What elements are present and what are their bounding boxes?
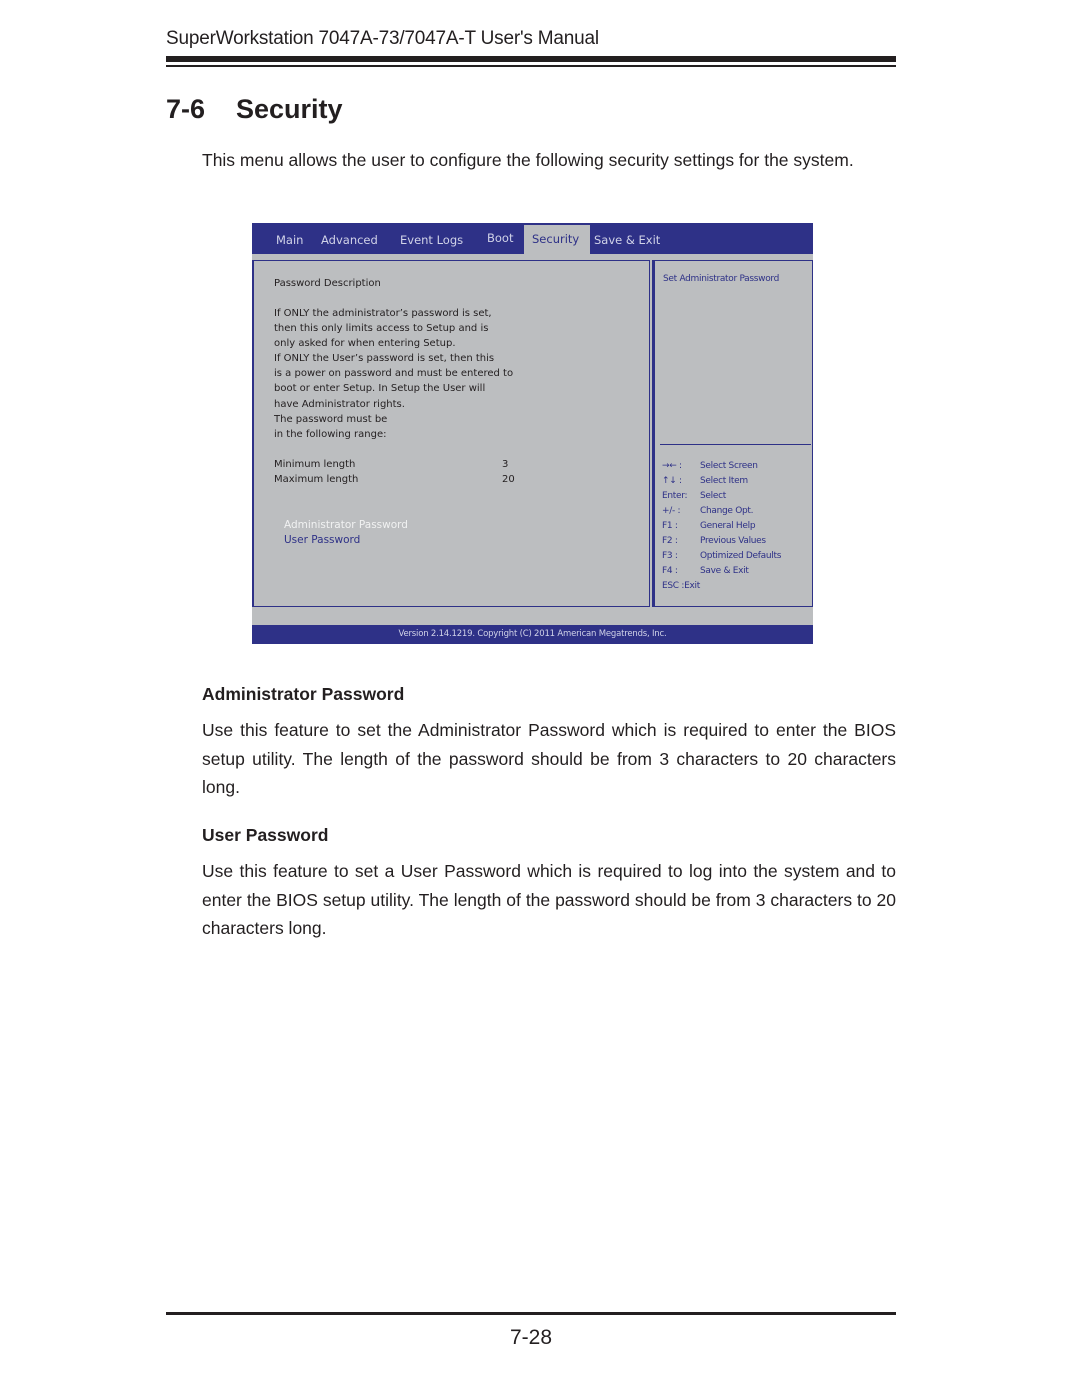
key-legend-row: F1 : General Help <box>662 521 756 531</box>
admin-password-paragraph: Use this feature to set the Administrato… <box>202 720 896 797</box>
user-password-heading: User Password <box>202 825 329 845</box>
header-rule-thin <box>166 65 896 67</box>
key-legend-row: ESC :Exit <box>662 581 700 591</box>
section-number: 7-6 <box>166 94 206 124</box>
administrator-password-item[interactable]: Administrator Password <box>284 519 408 531</box>
arrow-left-right-icon: →← : <box>662 461 682 471</box>
key-legend-row: →← : Select Screen <box>662 461 758 471</box>
bios-main-panel: Password Description If ONLY the adminis… <box>252 260 650 607</box>
maximum-length-value: 20 <box>502 474 515 485</box>
tab-main[interactable]: Main <box>276 233 303 247</box>
footer-rule <box>166 1312 896 1315</box>
help-text: Set Administrator Password <box>663 274 780 284</box>
key-legend-row: F4 : Save & Exit <box>662 566 749 576</box>
password-description-heading: Password Description <box>274 278 381 289</box>
arrow-up-down-icon: ↑↓ : <box>662 476 682 486</box>
tab-advanced[interactable]: Advanced <box>321 233 378 247</box>
bios-screenshot: Main Advanced Event Logs Boot Security S… <box>252 223 813 644</box>
key-legend-row: F2 : Previous Values <box>662 536 766 546</box>
description-line: If ONLY the administrator’s password is … <box>274 308 492 319</box>
tab-event-logs[interactable]: Event Logs <box>400 233 463 247</box>
user-password-paragraph: Use this feature to set a User Password … <box>202 861 896 938</box>
tab-save-exit[interactable]: Save & Exit <box>594 233 660 247</box>
section-title-text: Security <box>236 94 343 124</box>
intro-paragraph: This menu allows the user to configure t… <box>202 150 854 170</box>
maximum-length-label: Maximum length <box>274 474 359 485</box>
description-line: then this only limits access to Setup an… <box>274 323 489 334</box>
description-line: in the following range: <box>274 429 387 440</box>
admin-password-heading: Administrator Password <box>202 684 405 704</box>
section-title: 7-6 Security <box>166 94 343 125</box>
bios-footer: Version 2.14.1219. Copyright (C) 2011 Am… <box>252 625 813 644</box>
bios-tab-bar: Main Advanced Event Logs Boot Security S… <box>252 223 813 254</box>
description-line: only asked for when entering Setup. <box>274 338 456 349</box>
header-rule-thick <box>166 56 896 62</box>
user-password-item[interactable]: User Password <box>284 534 360 546</box>
key-legend-row: F3 : Optimized Defaults <box>662 551 782 561</box>
key-legend-row: ↑↓ : Select Item <box>662 476 748 486</box>
description-line: is a power on password and must be enter… <box>274 368 514 379</box>
bios-help-panel: Set Administrator Password →← : Select Sc… <box>652 260 813 607</box>
tab-boot[interactable]: Boot <box>487 231 513 245</box>
description-line: If ONLY the User’s password is set, then… <box>274 353 495 364</box>
minimum-length-value: 3 <box>502 459 509 470</box>
description-line: The password must be <box>274 414 388 425</box>
help-divider <box>660 444 811 445</box>
running-header: SuperWorkstation 7047A-73/7047A-T User's… <box>166 28 599 49</box>
minimum-length-label: Minimum length <box>274 459 356 470</box>
page-number: 7-28 <box>509 1326 553 1349</box>
key-legend-row: Enter: Select <box>662 491 726 501</box>
description-line: boot or enter Setup. In Setup the User w… <box>274 383 486 394</box>
tab-security[interactable]: Security <box>524 225 590 254</box>
key-legend-row: +/- : Change Opt. <box>662 506 754 516</box>
description-line: have Administrator rights. <box>274 399 405 410</box>
